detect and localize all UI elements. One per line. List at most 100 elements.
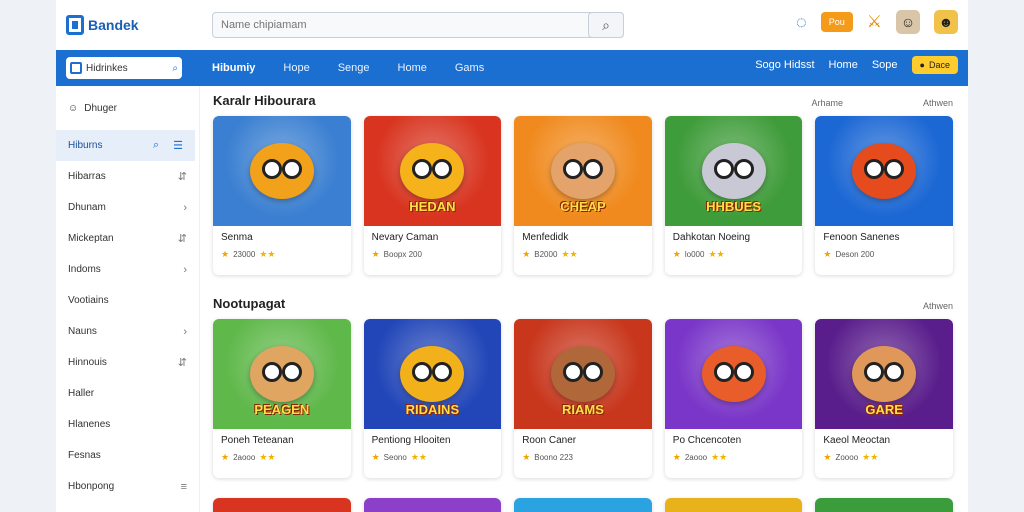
game-card[interactable]: Senma ★ 23000 ★★: [213, 116, 351, 275]
game-thumbnail[interactable]: [664, 319, 803, 429]
game-thumbnail[interactable]: CHEAP: [514, 116, 652, 226]
nav-right-item[interactable]: Sope: [872, 59, 898, 71]
game-character-image: [852, 346, 917, 402]
sidebar-item[interactable]: Mickeptan ⇵: [56, 223, 199, 254]
game-title[interactable]: Poneh Teteanan: [213, 429, 351, 446]
game-card[interactable]: HHBUES Dahkotan Noeing ★ lo000 ★★: [664, 116, 803, 275]
game-card[interactable]: RIDAINS Pentiong Hlooiten ★ Seono ★★: [363, 319, 502, 478]
sidebar-item[interactable]: Hibarras ⇵: [56, 161, 199, 192]
rating-stars: ★★: [862, 452, 879, 462]
sidebar-item[interactable]: Nauns ›: [56, 316, 199, 347]
chevron-icon: ≡: [180, 480, 187, 493]
menu-icon[interactable]: ☰: [173, 139, 183, 152]
play-count: Boopx 200: [383, 250, 422, 259]
game-card[interactable]: GARE Kaeol Meoctan ★ Zoooo ★★: [815, 319, 953, 478]
chat-icon[interactable]: ◌: [796, 12, 807, 33]
see-all-link[interactable]: Athwen: [923, 301, 953, 311]
rating-stars: ★★: [259, 452, 276, 462]
play-count: 23000: [233, 250, 256, 259]
game-thumbnail[interactable]: HEDAN: [363, 116, 502, 226]
sidebar-item[interactable]: Indoms ›: [56, 254, 199, 285]
nav-bar: Hidrinkes ⌕ Hibumiy Hope Senge Home Gams…: [56, 50, 968, 86]
game-thumbnail[interactable]: RIAMS: [514, 319, 652, 429]
game-card[interactable]: [213, 498, 351, 512]
game-thumbnail[interactable]: GARE: [815, 319, 953, 429]
nav-right-item[interactable]: Sogo Hidsst: [755, 59, 814, 71]
game-character-image: [701, 346, 766, 402]
nav-search[interactable]: Hidrinkes ⌕: [66, 57, 182, 79]
chevron-icon: ›: [183, 201, 187, 214]
game-title[interactable]: Fenoon Sanenes: [815, 226, 953, 243]
play-count: Boono 223: [534, 453, 573, 462]
game-card[interactable]: Fenoon Sanenes ★ Deson 200: [815, 116, 953, 275]
game-title[interactable]: Kaeol Meoctan: [815, 429, 953, 446]
nav-item[interactable]: Home: [398, 62, 427, 74]
game-character-image: [852, 143, 917, 199]
sidebar-item-label: Haller: [68, 388, 95, 399]
game-meta: ★ 2aooo ★★: [665, 446, 803, 463]
nav-action-button[interactable]: ● Dace: [911, 56, 958, 74]
logo[interactable]: Bandek: [66, 15, 139, 35]
game-card[interactable]: [514, 498, 652, 512]
coin-icon: ●: [919, 60, 925, 70]
sidebar-item[interactable]: Hlanenes: [56, 409, 199, 440]
game-meta: ★ Zoooo ★★: [815, 446, 953, 463]
nav-right-item[interactable]: Home: [829, 59, 858, 71]
avatar-secondary[interactable]: ☻: [934, 10, 958, 34]
play-count: 2aooo: [233, 453, 256, 462]
game-title[interactable]: Dahkotan Noeing: [665, 226, 803, 243]
nav-action-label: Dace: [928, 60, 950, 70]
game-thumbnail[interactable]: RIDAINS: [363, 319, 502, 429]
main-content: Karalr Hibourara Arhame Athwen Senma ★ 23000 ★…: [213, 86, 953, 512]
trophy-icon[interactable]: ⚔: [867, 12, 882, 32]
game-thumbnail[interactable]: PEAGEN: [213, 319, 351, 429]
sidebar-item[interactable]: Dhunam ›: [56, 192, 199, 223]
game-title[interactable]: Senma: [213, 226, 351, 243]
game-thumbnail[interactable]: [213, 116, 351, 226]
game-card[interactable]: HEDAN Nevary Caman ★ Boopx 200: [363, 116, 502, 275]
sidebar-item[interactable]: Fesnas: [56, 440, 199, 471]
game-card[interactable]: CHEAP Menfedidk ★ B2000 ★★: [514, 116, 652, 275]
search-icon[interactable]: ⌕: [153, 139, 159, 152]
game-card[interactable]: [815, 498, 953, 512]
sidebar-item-top[interactable]: ☺ Dhuger: [56, 86, 199, 130]
section-header: Karalr Hibourara Arhame Athwen: [213, 88, 953, 108]
avatar[interactable]: ☺: [896, 10, 920, 34]
game-title[interactable]: Po Chcencoten: [665, 429, 803, 446]
sidebar-item[interactable]: Haller: [56, 378, 199, 409]
sidebar-item-label: Dhunam: [68, 202, 106, 213]
sidebar-item[interactable]: Noolmoues≡: [56, 502, 199, 512]
game-logo-text: GARE: [865, 402, 903, 417]
game-logo-text: HHBUES: [706, 199, 762, 214]
see-all-link[interactable]: Arhame: [811, 98, 843, 108]
game-card[interactable]: [363, 498, 502, 512]
search-input[interactable]: [213, 19, 603, 31]
game-card[interactable]: Po Chcencoten ★ 2aooo ★★: [664, 319, 803, 478]
sidebar-item[interactable]: Vootiains: [56, 285, 199, 316]
game-logo-text: HEDAN: [409, 199, 456, 214]
rating-stars: ★★: [561, 249, 578, 259]
game-thumbnail[interactable]: [815, 116, 953, 226]
nav-item[interactable]: Senge: [338, 62, 370, 74]
sidebar-item-label: Nauns: [68, 326, 97, 337]
sidebar-item[interactable]: Hinnouis ⇵: [56, 347, 199, 378]
view-more-link[interactable]: Athwen: [923, 98, 953, 108]
game-title[interactable]: Pentiong Hlooiten: [364, 429, 502, 446]
sidebar-item[interactable]: Hbonpong ≡: [56, 471, 199, 502]
search-icon[interactable]: ⌕: [172, 63, 178, 74]
game-card[interactable]: PEAGEN Poneh Teteanan ★ 2aooo ★★: [213, 319, 351, 478]
game-thumbnail[interactable]: HHBUES: [664, 116, 803, 226]
search-button[interactable]: ⌕: [588, 12, 624, 38]
rewards-badge[interactable]: Pou: [820, 12, 853, 32]
nav-item[interactable]: Gams: [455, 62, 484, 74]
nav-item[interactable]: Hibumiy: [212, 62, 255, 74]
game-title[interactable]: Roon Caner: [514, 429, 652, 446]
search-bar[interactable]: ⌕: [212, 12, 624, 38]
game-title[interactable]: Menfedidk: [514, 226, 652, 243]
nav-item[interactable]: Hope: [283, 62, 309, 74]
sidebar-item[interactable]: Hiburns ⌕ ☰: [56, 130, 195, 161]
game-title[interactable]: Nevary Caman: [364, 226, 502, 243]
game-card[interactable]: [664, 498, 803, 512]
game-meta: ★ Boono 223: [514, 446, 652, 463]
game-card[interactable]: RIAMS Roon Caner ★ Boono 223: [514, 319, 652, 478]
